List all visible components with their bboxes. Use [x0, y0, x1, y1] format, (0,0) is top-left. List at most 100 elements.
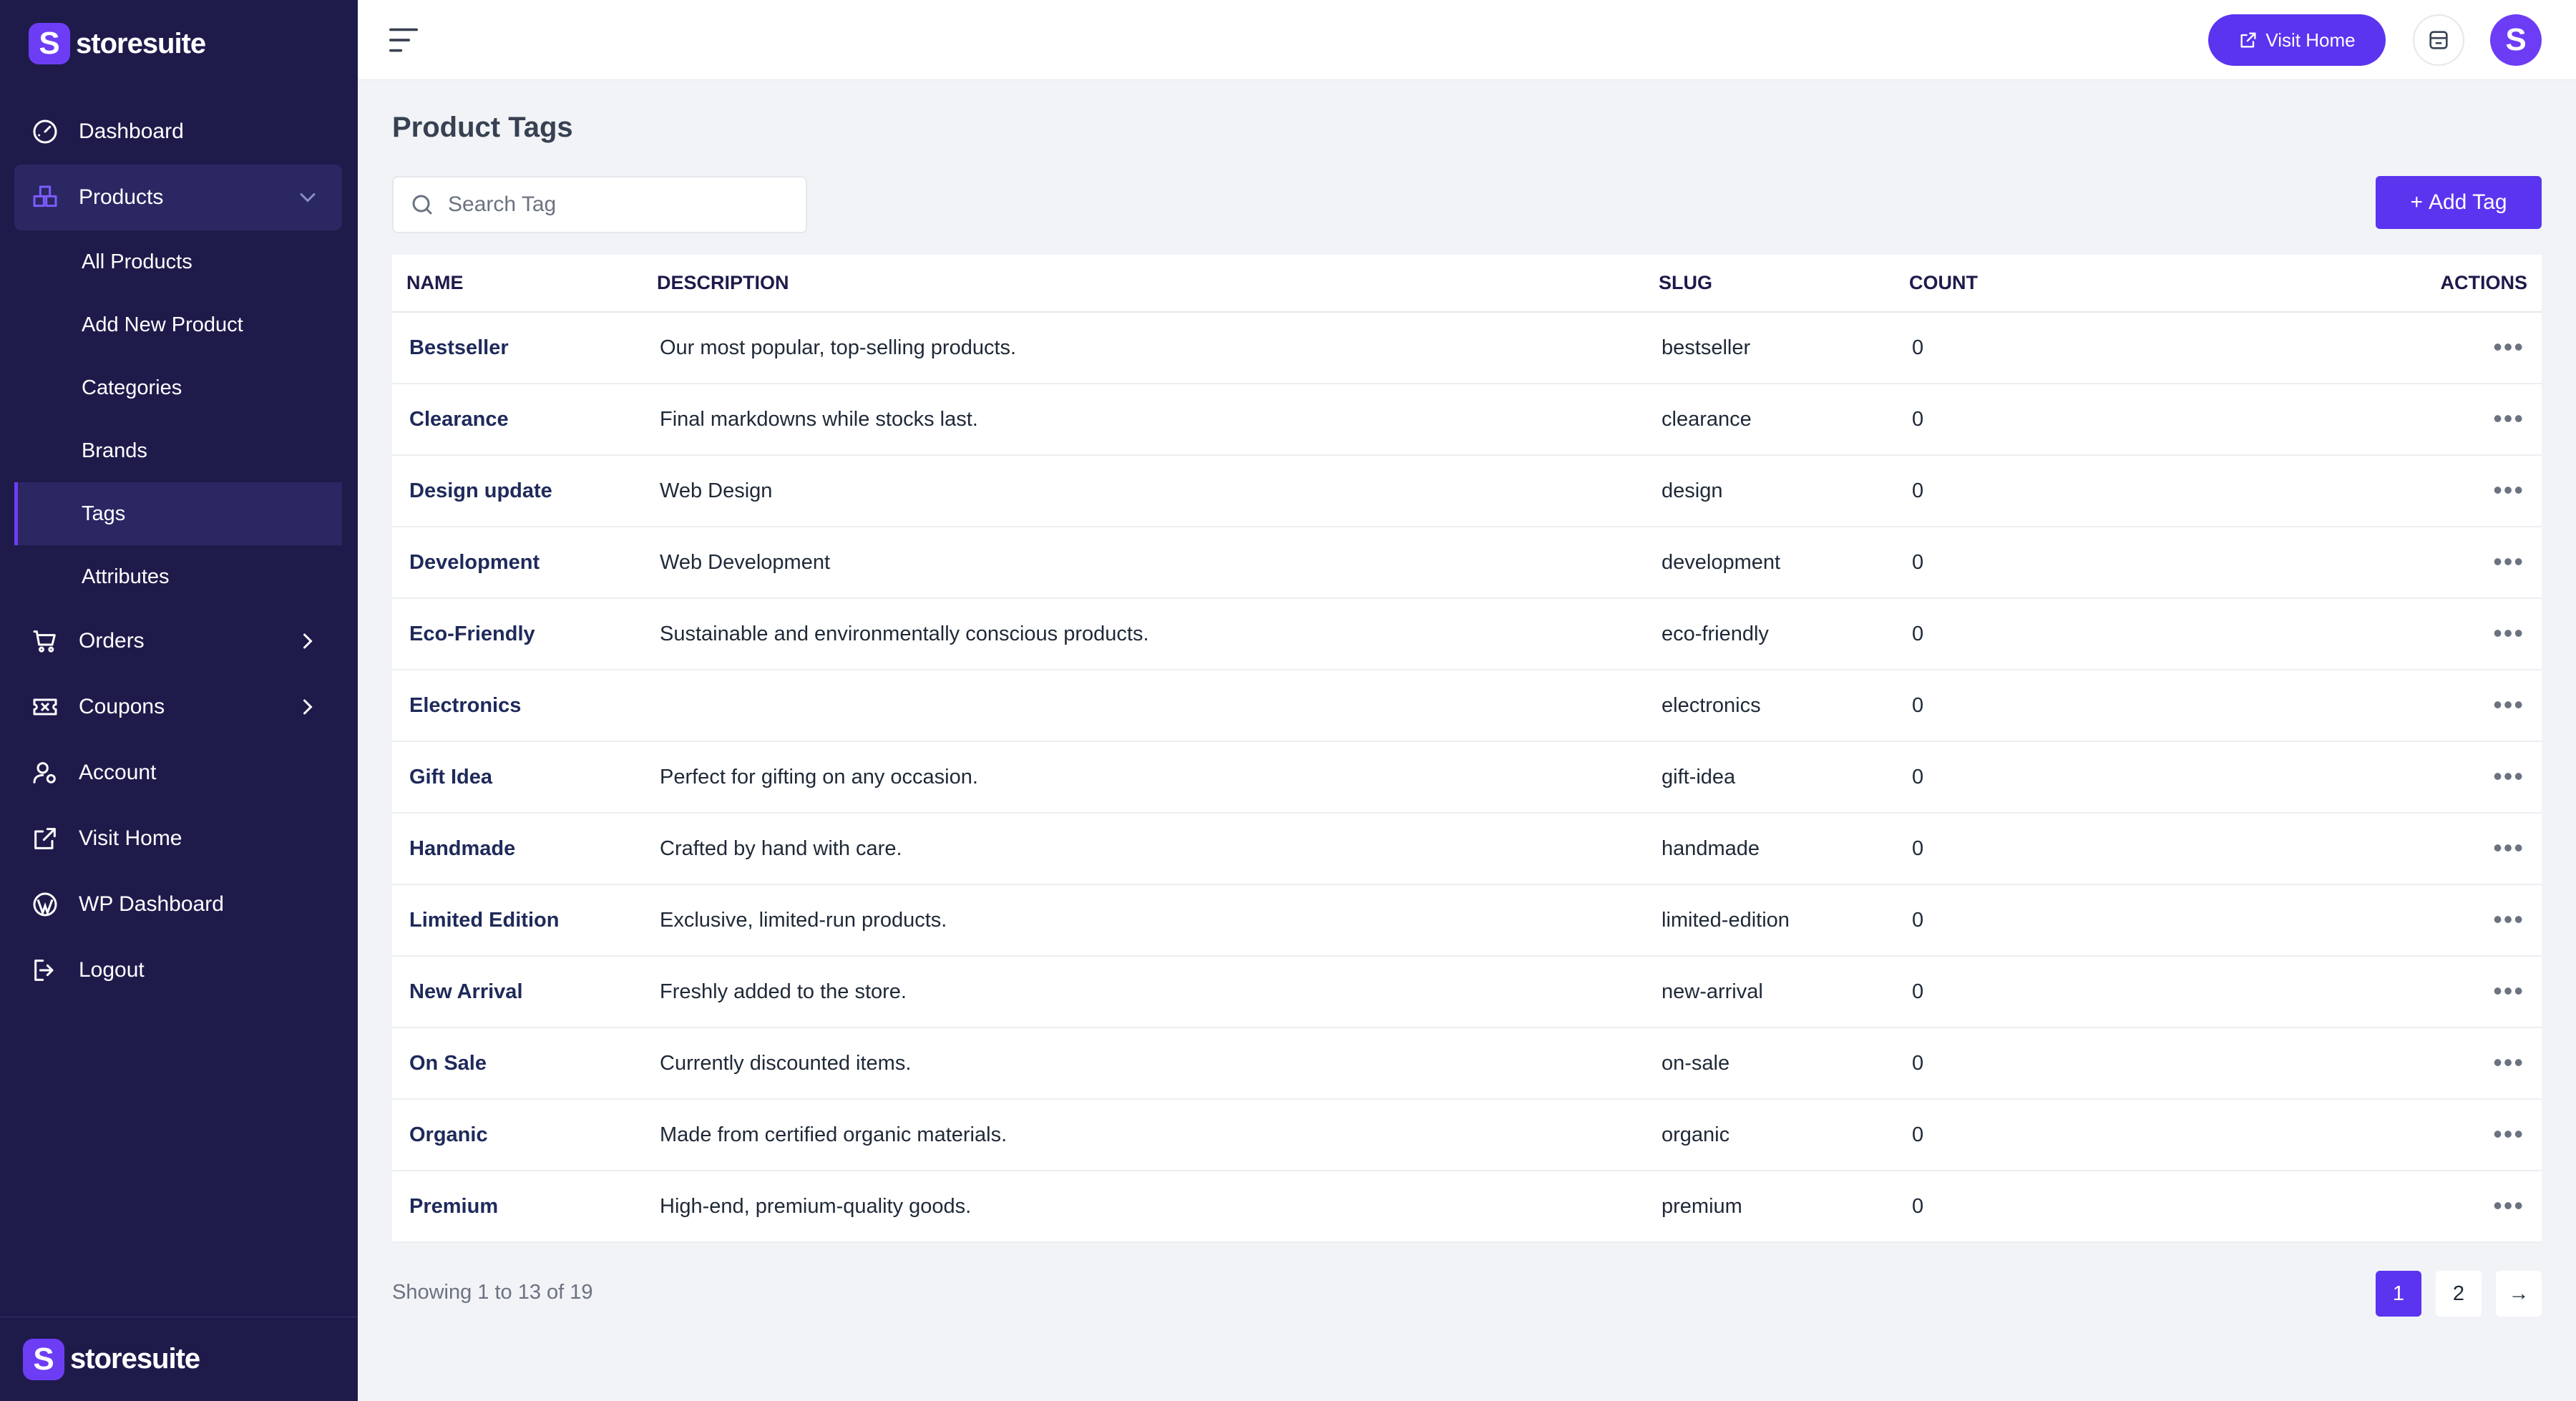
tag-name-link[interactable]: On Sale [392, 1027, 643, 1100]
column-header-slug[interactable]: SLUG [1644, 255, 1895, 313]
tag-slug: organic [1644, 1099, 1895, 1171]
avatar[interactable]: S [2490, 14, 2542, 66]
tag-name-link[interactable]: Development [392, 527, 643, 599]
cart-icon [30, 626, 60, 656]
more-actions-icon[interactable]: ••• [2493, 692, 2524, 718]
sidebar-item-dashboard[interactable]: Dashboard [14, 99, 342, 165]
more-actions-icon[interactable]: ••• [2493, 763, 2524, 789]
row-actions-cell: ••• [2253, 598, 2542, 670]
sidebar-item-orders[interactable]: Orders [14, 608, 342, 674]
page-button-2[interactable]: 2 [2436, 1271, 2482, 1317]
row-actions-cell: ••• [2253, 741, 2542, 814]
table-row: Limited Edition Exclusive, limited-run pr… [392, 884, 2542, 957]
next-page-button[interactable]: → [2496, 1271, 2542, 1317]
more-actions-icon[interactable]: ••• [2493, 1121, 2524, 1147]
tag-name-link[interactable]: Premium [392, 1171, 643, 1243]
store-button[interactable] [2413, 14, 2464, 66]
submenu-item-categories[interactable]: Categories [14, 356, 342, 419]
table-row: Premium High-end, premium-quality goods. p… [392, 1171, 2542, 1243]
row-actions-cell: ••• [2253, 813, 2542, 885]
submenu-item-brands[interactable]: Brands [14, 419, 342, 482]
brand-mark-icon: S [29, 23, 70, 64]
submenu-item-tags[interactable]: Tags [14, 482, 342, 545]
tag-description: Made from certified organic materials. [643, 1099, 1644, 1171]
table-row: Development Web Development development 0 ••… [392, 527, 2542, 599]
sidebar-footer-brand: S storesuite [0, 1317, 358, 1401]
tag-name-link[interactable]: New Arrival [392, 956, 643, 1028]
more-actions-icon[interactable]: ••• [2493, 620, 2524, 646]
table-row: Clearance Final markdowns while stocks la… [392, 384, 2542, 456]
submenu-item-all-products[interactable]: All Products [14, 230, 342, 293]
tag-name-link[interactable]: Limited Edition [392, 884, 643, 957]
more-actions-icon[interactable]: ••• [2493, 477, 2524, 503]
tag-slug: on-sale [1644, 1027, 1895, 1100]
tag-name-link[interactable]: Gift Idea [392, 741, 643, 814]
column-header-count[interactable]: COUNT [1895, 255, 2253, 313]
sidebar-item-account[interactable]: Account [14, 740, 342, 806]
tag-slug: eco-friendly [1644, 598, 1895, 670]
sidebar-item-label: Dashboard [79, 119, 184, 143]
column-header-description[interactable]: DESCRIPTION [643, 255, 1644, 313]
brand-logo[interactable]: S storesuite [29, 23, 206, 64]
store-icon [2429, 31, 2448, 49]
tag-slug: premium [1644, 1171, 1895, 1243]
add-tag-button[interactable]: + Add Tag [2376, 176, 2542, 229]
sidebar-item-wp-dashboard[interactable]: WP Dashboard [14, 872, 342, 937]
column-header-name[interactable]: NAME [392, 255, 643, 313]
pagination: 1 2 → [2376, 1271, 2542, 1317]
tag-description: Web Design [643, 455, 1644, 527]
chevron-right-icon [303, 633, 313, 649]
more-actions-icon[interactable]: ••• [2493, 549, 2524, 575]
submenu-item-add-new-product[interactable]: Add New Product [14, 293, 342, 356]
column-header-actions: ACTIONS [2253, 255, 2542, 313]
tag-count: 0 [1895, 741, 2253, 814]
tag-name-link[interactable]: Organic [392, 1099, 643, 1171]
tag-description: High-end, premium-quality goods. [643, 1171, 1644, 1243]
more-actions-icon[interactable]: ••• [2493, 978, 2524, 1004]
menu-toggle-icon[interactable] [388, 26, 419, 54]
products-submenu: All Products Add New Product Categories … [14, 230, 342, 608]
search-input[interactable] [448, 192, 791, 217]
more-actions-icon[interactable]: ••• [2493, 835, 2524, 861]
sidebar-item-label: Products [79, 185, 164, 209]
more-actions-icon[interactable]: ••• [2493, 334, 2524, 360]
brand-name: storesuite [76, 27, 206, 59]
row-actions-cell: ••• [2253, 670, 2542, 742]
tag-count: 0 [1895, 813, 2253, 885]
tag-name-link[interactable]: Electronics [392, 670, 643, 742]
tag-description: Sustainable and environmentally consciou… [643, 598, 1644, 670]
row-actions-cell: ••• [2253, 384, 2542, 456]
chevron-down-icon [300, 193, 316, 202]
tag-count: 0 [1895, 956, 2253, 1028]
tag-name-link[interactable]: Eco-Friendly [392, 598, 643, 670]
table-row: Design update Web Design design 0 ••• [392, 455, 2542, 527]
tag-name-link[interactable]: Clearance [392, 384, 643, 456]
sidebar-item-visit-home[interactable]: Visit Home [14, 806, 342, 872]
tag-slug: handmade [1644, 813, 1895, 885]
visit-home-label: Visit Home [2265, 29, 2356, 51]
tag-count: 0 [1895, 1027, 2253, 1100]
tag-slug: design [1644, 455, 1895, 527]
tag-name-link[interactable]: Bestseller [392, 312, 643, 384]
page-button-1[interactable]: 1 [2376, 1271, 2421, 1317]
tag-description: Exclusive, limited-run products. [643, 884, 1644, 957]
more-actions-icon[interactable]: ••• [2493, 406, 2524, 431]
sidebar: S storesuite Dashboard Products All Prod… [0, 0, 358, 1401]
row-actions-cell: ••• [2253, 1027, 2542, 1100]
tag-count: 0 [1895, 312, 2253, 384]
more-actions-icon[interactable]: ••• [2493, 1050, 2524, 1075]
sidebar-item-label: Coupons [79, 695, 165, 718]
brand-name: storesuite [70, 1343, 200, 1375]
more-actions-icon[interactable]: ••• [2493, 1193, 2524, 1219]
sidebar-item-label: Logout [79, 958, 145, 982]
row-actions-cell: ••• [2253, 884, 2542, 957]
tag-name-link[interactable]: Handmade [392, 813, 643, 885]
sidebar-item-logout[interactable]: Logout [14, 937, 342, 1003]
sidebar-item-products[interactable]: Products [14, 165, 342, 230]
more-actions-icon[interactable]: ••• [2493, 907, 2524, 932]
tag-name-link[interactable]: Design update [392, 455, 643, 527]
submenu-item-attributes[interactable]: Attributes [14, 545, 342, 608]
sidebar-item-coupons[interactable]: Coupons [14, 674, 342, 740]
visit-home-button[interactable]: Visit Home [2208, 14, 2386, 66]
table-header-row: NAME DESCRIPTION SLUG COUNT ACTIONS [392, 255, 2542, 313]
